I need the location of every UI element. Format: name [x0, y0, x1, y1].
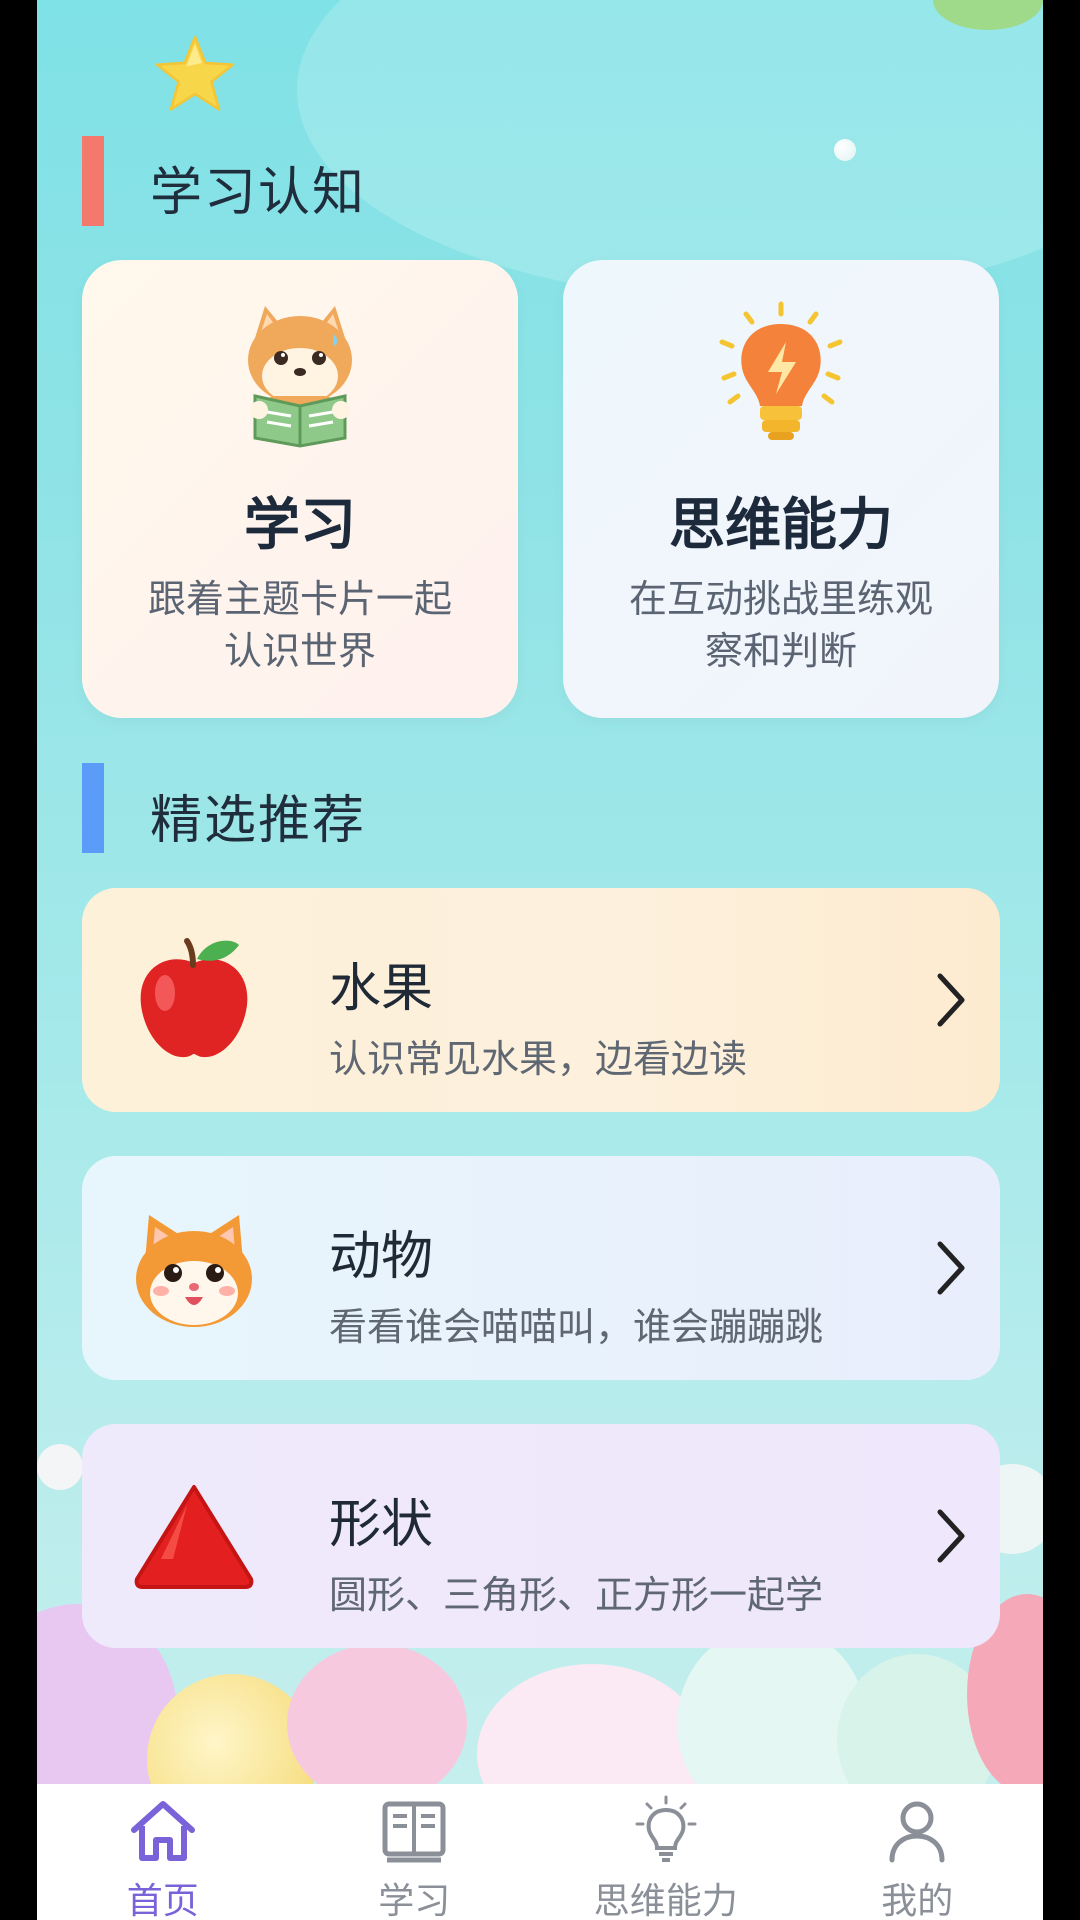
- section-accent-bar: [82, 763, 104, 853]
- bottom-tab-bar: 首页 学习 思维能力 我的: [37, 1784, 1043, 1920]
- category-card-desc: 跟着主题卡片一起认识世界: [147, 577, 452, 673]
- recommend-desc: 看看谁会喵喵叫，谁会蹦蹦跳: [329, 1305, 824, 1349]
- category-card-desc: 在互动挑战里练观察和判断: [628, 577, 933, 673]
- shiba-dog-reading-icon: [248, 306, 352, 448]
- tab-label: 思维能力: [593, 1881, 738, 1920]
- triangle-icon: [134, 1485, 254, 1589]
- tab-learning[interactable]: 学习: [289, 1784, 541, 1920]
- recommend-card-shapes[interactable]: 形状 圆形、三角形、正方形一起学: [82, 1424, 1000, 1648]
- user-icon: [889, 1801, 945, 1863]
- recommend-title: 水果: [329, 959, 434, 1019]
- section-title-featured: 精选推荐: [150, 791, 367, 851]
- recommend-desc: 认识常见水果，边看边读: [329, 1037, 748, 1081]
- cat-face-icon: [136, 1215, 252, 1327]
- recommend-card-animals[interactable]: 动物 看看谁会喵喵叫，谁会蹦蹦跳: [82, 1156, 1000, 1380]
- chevron-right-icon: [937, 1509, 965, 1563]
- tab-thinking[interactable]: 思维能力: [540, 1784, 792, 1920]
- background-dot: [834, 139, 856, 161]
- apple-icon: [140, 938, 248, 1058]
- book-icon: [382, 1801, 446, 1863]
- home-icon: [130, 1801, 195, 1861]
- category-card-title: 学习: [244, 493, 356, 558]
- category-card-thinking[interactable]: 思维能力 在互动挑战里练观察和判断: [563, 260, 999, 718]
- tab-home[interactable]: 首页: [37, 1784, 289, 1920]
- tab-label: 我的: [881, 1881, 954, 1920]
- recommend-title: 动物: [329, 1227, 434, 1287]
- category-card-learning[interactable]: 学习 跟着主题卡片一起认识世界: [82, 260, 518, 718]
- lightbulb-icon: [635, 1795, 697, 1862]
- recommend-title: 形状: [329, 1495, 434, 1555]
- section-title-learning: 学习认知: [150, 163, 367, 223]
- tab-profile[interactable]: 我的: [792, 1784, 1044, 1920]
- chevron-right-icon: [937, 1241, 965, 1295]
- lightbulb-icon: [719, 301, 843, 440]
- category-card-title: 思维能力: [669, 493, 893, 558]
- app-screen: 学习认知 学习 跟着主题卡片一起认识世界 思维能力 在互动挑战里练观察和判断 精…: [37, 0, 1043, 1920]
- section-accent-bar: [82, 136, 104, 226]
- background-wave: [297, 0, 1043, 300]
- chevron-right-icon: [937, 973, 965, 1027]
- star-icon: [155, 35, 235, 111]
- recommend-desc: 圆形、三角形、正方形一起学: [329, 1573, 824, 1617]
- tab-label: 首页: [126, 1881, 199, 1920]
- recommend-card-fruit[interactable]: 水果 认识常见水果，边看边读: [82, 888, 1000, 1112]
- tab-label: 学习: [378, 1881, 451, 1920]
